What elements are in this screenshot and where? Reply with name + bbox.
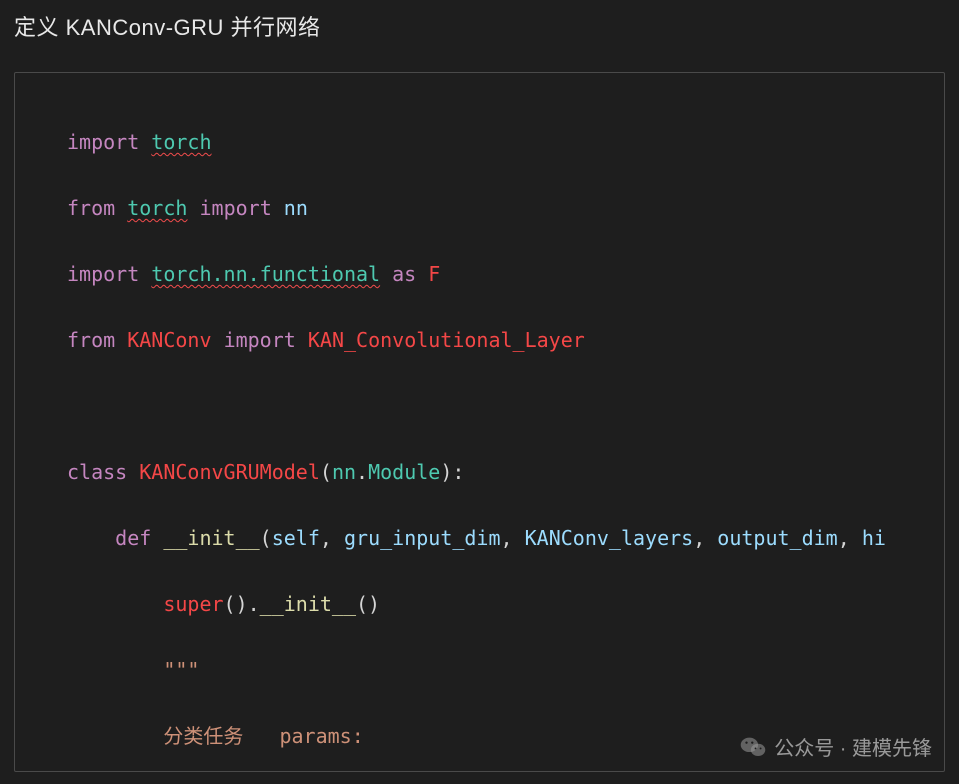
- code-line: import torch.nn.functional as F: [67, 258, 944, 291]
- wechat-icon: [740, 736, 766, 758]
- code-line: import torch: [67, 126, 944, 159]
- code-line: from torch import nn: [67, 192, 944, 225]
- code-line: from KANConv import KAN_Convolutional_La…: [67, 324, 944, 357]
- code-line: [67, 390, 944, 423]
- watermark: 公众号 · 建模先锋: [740, 732, 932, 761]
- code-line: """: [67, 654, 944, 687]
- page-title: 定义 KANConv-GRU 并行网络: [0, 0, 959, 48]
- code-line: class KANConvGRUModel(nn.Module):: [67, 456, 944, 489]
- code-line: def __init__(self, gru_input_dim, KANCon…: [67, 522, 944, 555]
- code-block: import torch from torch import nn import…: [15, 93, 944, 772]
- code-line: super().__init__(): [67, 588, 944, 621]
- watermark-text: 公众号 · 建模先锋: [774, 732, 932, 761]
- code-editor: import torch from torch import nn import…: [14, 72, 945, 772]
